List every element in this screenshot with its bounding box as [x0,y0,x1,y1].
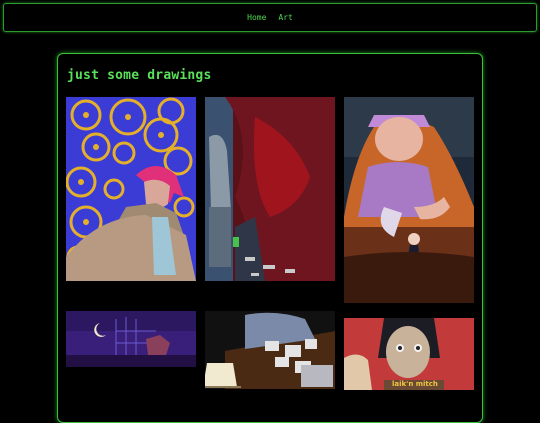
artwork-desk-papers[interactable] [205,311,335,389]
artwork-caption: laik'n mitch [392,380,438,388]
page-title: just some drawings [67,68,212,83]
artwork-portrait-caption[interactable]: laik'n mitch [344,318,474,390]
artwork-image [66,311,196,367]
artwork-image [344,97,474,303]
artwork-image [205,311,335,389]
artwork-moonlit-night[interactable] [66,311,196,367]
artwork-gears-redhead[interactable] [66,97,196,281]
artwork-red-curtain[interactable] [205,97,335,281]
artwork-maid-dancer[interactable] [344,97,474,303]
top-nav: Home Art [3,3,537,32]
nav-link-art[interactable]: Art [278,13,292,22]
nav-link-home[interactable]: Home [247,13,266,22]
artwork-image [205,97,335,281]
artwork-image [66,97,196,281]
